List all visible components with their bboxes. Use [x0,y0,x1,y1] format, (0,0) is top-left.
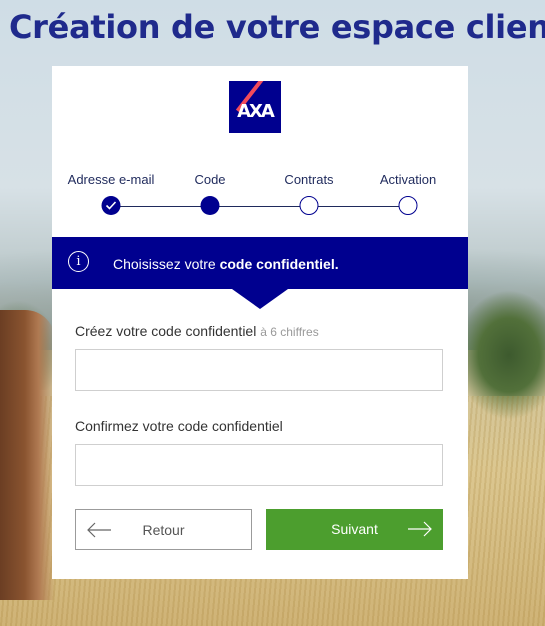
info-banner: i Choisissez votre code confidentiel. [52,237,468,289]
step-dot-code [200,196,220,215]
logo-text: AXA [237,101,275,122]
banner-pointer [232,289,288,309]
confirm-code-input[interactable] [75,444,443,486]
confirm-label: Confirmez votre code confidentiel [75,418,283,434]
axa-logo: AXA [229,81,281,133]
registration-card: AXA Adresse e-mail Code Contrats Activat… [52,66,468,579]
next-button[interactable]: Suivant [266,509,443,550]
code-input[interactable] [75,349,443,391]
info-text-prefix: Choisissez votre [113,256,220,272]
step-dot-contrats [299,196,319,215]
step-label-contrats: Contrats [284,172,334,187]
info-text-bold: code confidentiel. [219,256,339,272]
info-text: Choisissez votre code confidentiel. [113,256,339,272]
step-connector [110,206,406,207]
step-label-code: Code [194,172,226,187]
check-icon [105,201,117,210]
arrow-right-icon [408,521,432,537]
step-label-activation: Activation [379,172,437,187]
step-dot-activation [398,196,418,215]
info-icon: i [68,251,89,272]
code-hint: à 6 chiffres [260,325,319,339]
back-button-label: Retour [142,522,185,538]
background-person [0,310,55,600]
progress-steps: Adresse e-mail Code Contrats Activation [52,172,468,222]
page-title: Création de votre espace client [9,8,545,46]
back-button[interactable]: Retour [75,509,252,550]
code-label: Créez votre code confidentiel à 6 chiffr… [75,323,319,339]
step-label-email: Adresse e-mail [67,172,155,187]
step-dot-email [101,196,121,215]
code-label-text: Créez votre code confidentiel [75,323,257,339]
